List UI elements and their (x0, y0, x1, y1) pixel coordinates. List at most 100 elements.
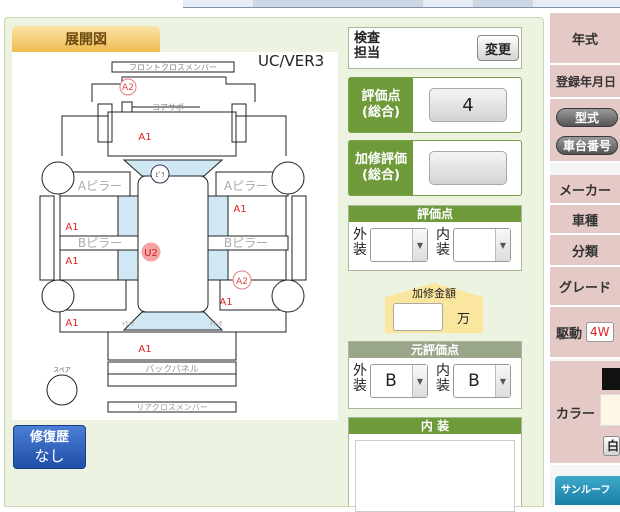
original-interior-label: 内装 (436, 364, 450, 394)
damage-mark-left-front[interactable]: A1 (65, 222, 78, 233)
trunk-lid[interactable] (107, 331, 237, 361)
inspector-label-line1: 検査 (354, 31, 381, 46)
original-exterior-label-1: 外 (353, 363, 367, 379)
registration-label: 登録年月日 (550, 65, 620, 99)
total-score-box: 評価点 (総合) 4 (348, 77, 522, 133)
spare-label: スペア (53, 367, 71, 374)
inspector-row: 検査 担当 変更 (348, 27, 522, 69)
left-side-sill[interactable] (39, 195, 55, 281)
original-interior-select[interactable]: B ▼ (453, 364, 511, 398)
original-exterior-select[interactable]: B ▼ (370, 364, 428, 398)
damage-mark-hood[interactable]: A1 (138, 132, 151, 143)
top-toolbar-segment (473, 0, 533, 7)
original-rating-section: 元評価点 外装 B ▼ 内装 B ▼ (348, 341, 522, 409)
spare-tire[interactable] (46, 374, 78, 406)
total-score-label-line2: (総合) (362, 105, 400, 120)
a-pillar-left-label: Aピラー (78, 179, 122, 193)
rating-interior-label-1: 内 (436, 227, 450, 243)
left-rear-window[interactable] (117, 249, 139, 281)
rear-right-mark-label: ﾄﾗﾝｸ (210, 321, 222, 328)
chevron-down-icon: ▼ (495, 365, 510, 397)
original-exterior-label-2: 装 (353, 378, 367, 394)
repair-score-label-line2: (総合) (362, 168, 400, 183)
repair-history-button[interactable]: 修復歴 なし (13, 425, 86, 469)
hood-panel[interactable] (107, 111, 237, 157)
damage-mark-trunk[interactable]: A1 (138, 344, 151, 355)
front-cross-member-label: フロントクロスメンバー (129, 63, 217, 72)
b-pillar-left-label: Bピラー (78, 236, 122, 250)
repair-score-box: 加修評価 (総合) (348, 140, 522, 196)
right-rear-window[interactable] (207, 249, 229, 281)
left-front-window[interactable] (117, 195, 139, 237)
damage-mark-u2[interactable]: U2 (144, 248, 158, 259)
rear-window[interactable] (122, 311, 224, 331)
damage-mark-front[interactable]: A2 (122, 83, 134, 93)
chevron-down-icon: ▼ (495, 229, 510, 261)
total-score-label-line1: 評価点 (361, 89, 401, 104)
color-value-box (600, 394, 620, 426)
inspector-label: 検査 担当 (354, 31, 380, 61)
year-label: 年式 (550, 13, 620, 65)
exterior-rating-select[interactable]: ▼ (370, 228, 428, 262)
right-front-door[interactable] (227, 195, 287, 237)
rating-exterior-label-2: 装 (353, 242, 367, 258)
rating-interior-label-2: 装 (436, 242, 450, 258)
original-exterior-label: 外装 (353, 364, 367, 394)
original-interior-label-1: 内 (436, 363, 450, 379)
rating-exterior-label: 外装 (353, 228, 367, 258)
repair-score-button[interactable] (429, 151, 507, 185)
damage-mark-left-mid[interactable]: A1 (65, 256, 78, 267)
drive-cell: 駆動 4W (550, 307, 620, 359)
change-inspector-button[interactable]: 変更 (477, 35, 519, 61)
chevron-down-icon: ▼ (412, 365, 427, 397)
original-rating-header: 元評価点 (349, 342, 521, 358)
right-rear-tire[interactable] (271, 279, 305, 313)
rating-interior-label: 内装 (436, 228, 450, 258)
original-exterior-value: B (385, 371, 397, 391)
drive-select[interactable]: 4W (586, 322, 614, 342)
rating-header: 評価点 (349, 206, 521, 222)
rear-bumper (107, 373, 237, 387)
repair-history-value: なし (34, 447, 65, 465)
core-support-label: コアサポ (152, 103, 184, 112)
left-front-tire[interactable] (41, 161, 75, 195)
repair-amount-input[interactable] (393, 303, 443, 331)
maker-label: メーカー (550, 175, 620, 205)
repair-amount-label: 加修金額 (412, 287, 456, 300)
sunroof-button[interactable]: サンルーフ (555, 476, 620, 505)
total-score-label: 評価点 (総合) (349, 78, 413, 132)
a-pillar-right-label: Aピラー (224, 179, 268, 193)
grade-label: グレード (550, 267, 620, 307)
windshield[interactable] (122, 159, 224, 177)
rating-section: 評価点 外装 ▼ 内装 ▼ (348, 205, 522, 271)
chevron-down-icon: ▼ (412, 229, 427, 261)
right-side-sill[interactable] (291, 195, 307, 281)
roof-mark[interactable]: ﾋﾟﾗ (155, 172, 164, 179)
damage-mark-right-rear[interactable]: A1 (219, 297, 232, 308)
interior-notes-input[interactable] (355, 440, 515, 512)
front-bumper-outline (91, 76, 256, 102)
interior-rating-value (454, 229, 494, 261)
original-interior-label-2: 装 (436, 378, 450, 394)
color-select-button[interactable]: 白 (603, 436, 620, 456)
repair-score-label-line1: 加修評価 (354, 152, 407, 167)
rating-exterior-label-1: 外 (353, 227, 367, 243)
total-score-button[interactable]: 4 (429, 88, 507, 122)
model-button[interactable]: 型式 (556, 108, 618, 127)
left-headlight (97, 103, 113, 143)
interior-rating-select[interactable]: ▼ (453, 228, 511, 262)
left-rear-tire[interactable] (41, 279, 75, 313)
exterior-rating-value (371, 229, 411, 261)
inspector-label-line2: 担当 (354, 46, 381, 61)
repair-score-label: 加修評価 (総合) (349, 141, 413, 195)
left-fender-outline (61, 115, 108, 156)
right-fender-outline (236, 115, 287, 156)
core-support-box[interactable] (121, 101, 133, 113)
chassis-number-button[interactable]: 車台番号 (556, 136, 618, 155)
car-development-diagram[interactable]: フロントクロスメンバー コアサポ Aピラー Aピラー Bピラー Bピラー バック… (0, 0, 340, 425)
damage-mark-right-mid[interactable]: A2 (236, 277, 248, 287)
damage-mark-left-rear[interactable]: A1 (65, 318, 78, 329)
right-front-window[interactable] (207, 195, 229, 237)
right-front-tire[interactable] (271, 161, 305, 195)
damage-mark-right-front[interactable]: A1 (233, 204, 246, 215)
